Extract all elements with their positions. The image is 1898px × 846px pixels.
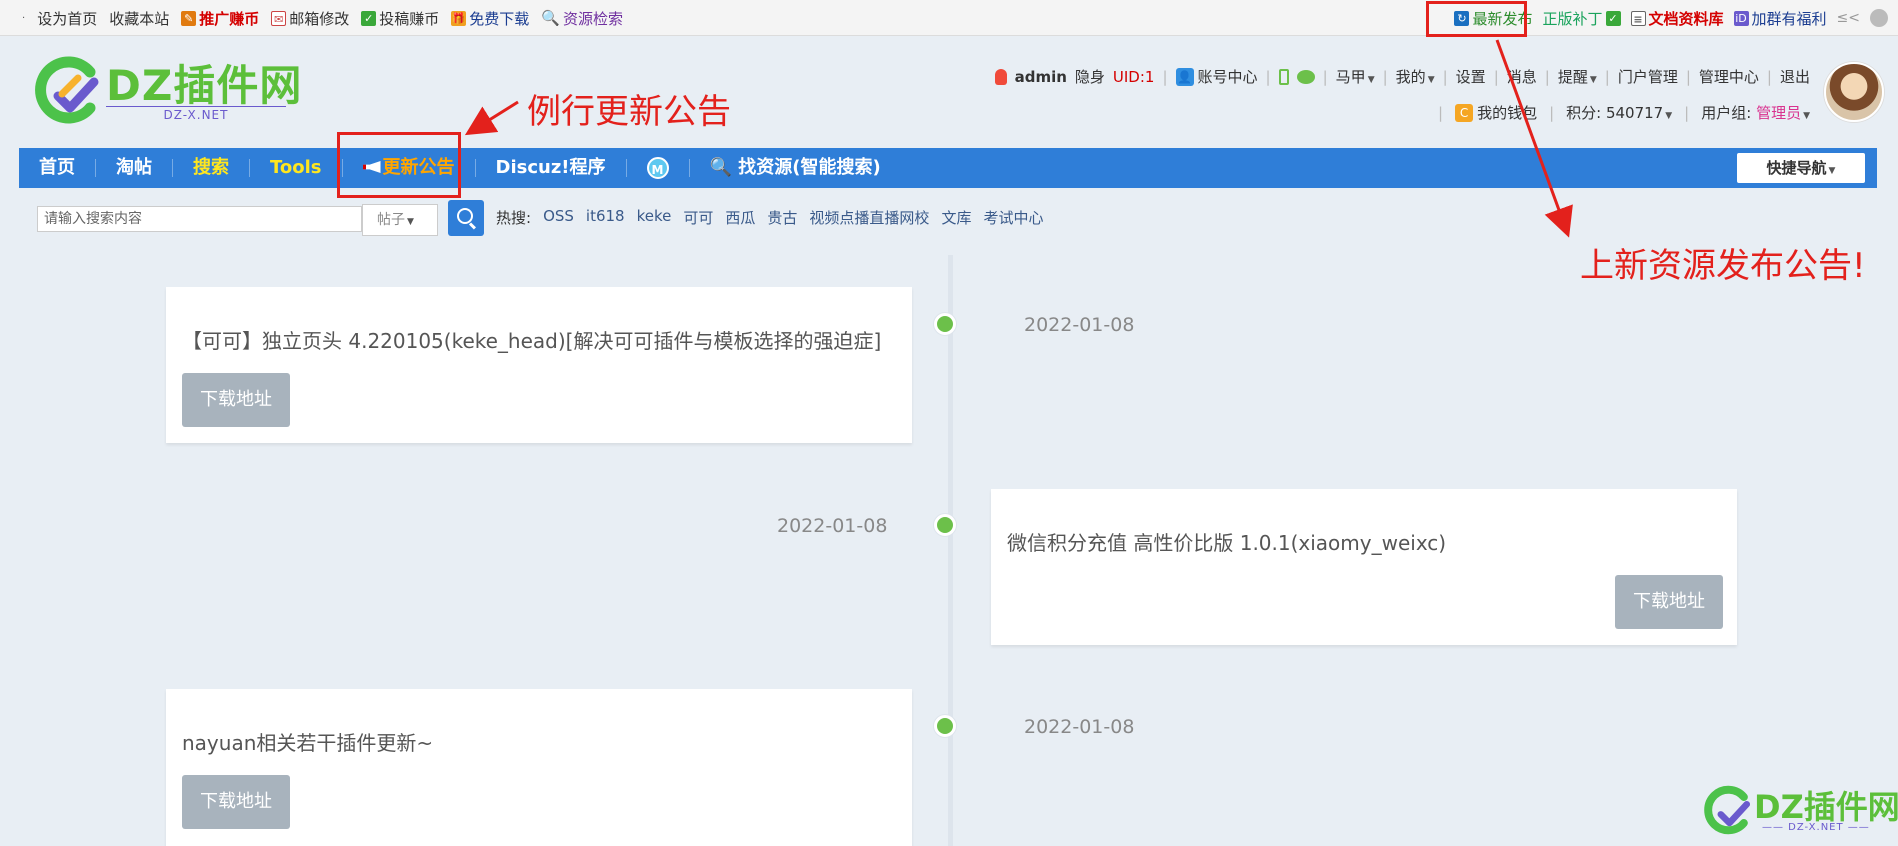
watermark-logo-icon [1704,785,1751,835]
watermark-logo: DZ插件网 —— DZ-X.NET —— [1702,782,1898,838]
annotation-arrows [464,39,1573,238]
watermark-subtext: —— DZ-X.NET —— [1762,822,1870,833]
